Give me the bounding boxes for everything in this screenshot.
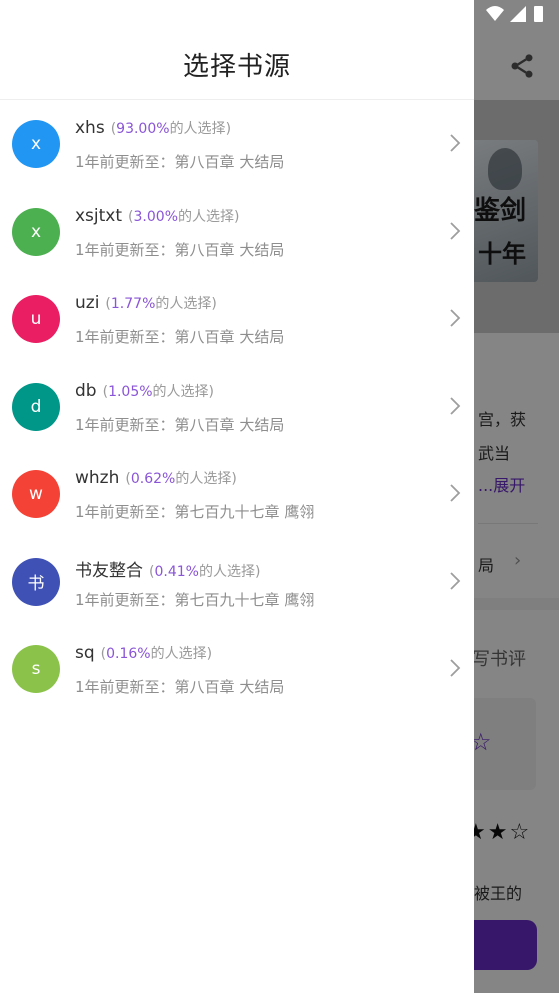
source-name: db bbox=[75, 380, 97, 401]
source-name: 书友整合 bbox=[75, 560, 143, 581]
source-avatar: w bbox=[12, 470, 60, 518]
source-latest-chapter: 1年前更新至：第八百章 大结局 bbox=[75, 240, 285, 259]
wifi-icon bbox=[486, 6, 504, 21]
percent-suffix: 的人选择 bbox=[152, 383, 209, 400]
source-selection-rate: (1.05%的人选择) bbox=[102, 383, 215, 400]
source-name: uzi bbox=[75, 293, 100, 313]
percent-suffix: 的人选择 bbox=[178, 208, 234, 225]
source-latest-chapter: 1年前更新至：第八百章 大结局 bbox=[75, 328, 285, 346]
source-selection-rate: (0.16%的人选择) bbox=[100, 646, 213, 662]
percent-suffix: 的人选择 bbox=[198, 563, 255, 580]
source-latest-chapter: 1年前更新至：第八百章 大结局 bbox=[75, 153, 285, 171]
source-percent: 0.16% bbox=[106, 646, 151, 662]
chevron-right-icon bbox=[450, 396, 461, 415]
chevron-right-icon bbox=[450, 571, 461, 590]
source-latest-chapter: 1年前更新至：第八百章 大结局 bbox=[75, 415, 285, 434]
battery-icon bbox=[534, 6, 543, 22]
source-percent: 3.00% bbox=[133, 208, 178, 225]
signal-icon bbox=[510, 6, 526, 22]
source-avatar: 书 bbox=[12, 557, 60, 606]
drawer-header: 选择书源 bbox=[0, 0, 474, 100]
source-avatar: s bbox=[12, 645, 60, 693]
percent-suffix: 的人选择 bbox=[155, 296, 212, 312]
source-latest-chapter: 1年前更新至：第七百九十七章 鹰翎 bbox=[75, 503, 315, 521]
source-name-line: xsjtxt (3.00%的人选择) bbox=[75, 206, 239, 226]
source-percent: 0.62% bbox=[130, 471, 176, 487]
source-percent: 1.05% bbox=[108, 383, 153, 400]
source-name-line: db (1.05%的人选择) bbox=[75, 381, 214, 401]
source-name: xsjtxt bbox=[75, 205, 123, 226]
source-selection-rate: (1.77%的人选择) bbox=[105, 296, 217, 312]
source-percent: 1.77% bbox=[110, 296, 156, 312]
source-percent: 0.41% bbox=[154, 563, 199, 580]
source-selection-rate: (0.62%的人选择) bbox=[125, 471, 237, 487]
source-latest-chapter: 1年前更新至：第七百九十七章 鹰翎 bbox=[75, 590, 315, 609]
source-name-line: xhs (93.00%的人选择) bbox=[75, 118, 231, 138]
source-item[interactable]: w whzh (0.62%的人选择) 1年前更新至：第七百九十七章 鹰翎 bbox=[0, 450, 474, 538]
source-name: xhs bbox=[75, 118, 105, 138]
chevron-right-icon bbox=[450, 221, 461, 240]
drawer-title: 选择书源 bbox=[182, 52, 291, 82]
chevron-right-icon bbox=[450, 484, 461, 502]
source-item[interactable]: s sq (0.16%的人选择) 1年前更新至：第八百章 大结局 bbox=[0, 625, 474, 713]
percent-suffix: 的人选择 bbox=[175, 471, 232, 487]
source-item[interactable]: x xsjtxt (3.00%的人选择) 1年前更新至：第八百章 大结局 bbox=[0, 188, 474, 276]
source-selection-rate: (93.00%的人选择) bbox=[110, 121, 232, 137]
source-name-line: whzh (0.62%的人选择) bbox=[75, 468, 237, 488]
source-name-line: 书友整合 (0.41%的人选择) bbox=[75, 556, 260, 581]
source-selection-rate: (3.00%的人选择) bbox=[128, 208, 240, 225]
source-list: x xhs (93.00%的人选择) 1年前更新至：第八百章 大结局 x xsjtxt (3… bbox=[0, 100, 474, 713]
percent-suffix: 的人选择 bbox=[150, 646, 207, 662]
source-percent: 93.00% bbox=[116, 121, 170, 137]
source-name: sq bbox=[75, 643, 95, 663]
source-name-line: uzi (1.77%的人选择) bbox=[75, 293, 217, 313]
source-avatar: u bbox=[12, 295, 60, 343]
percent-suffix: 的人选择 bbox=[169, 121, 226, 137]
source-name: whzh bbox=[75, 468, 120, 488]
status-bar bbox=[486, 6, 543, 22]
source-item[interactable]: u uzi (1.77%的人选择) 1年前更新至：第八百章 大结局 bbox=[0, 275, 474, 363]
source-item[interactable]: 书书友整合 (0.41%的人选择) 1年前更新至：第七百九十七章 鹰翎 bbox=[0, 538, 474, 626]
chevron-right-icon bbox=[450, 659, 461, 677]
chevron-right-icon bbox=[450, 309, 461, 327]
source-item[interactable]: x xhs (93.00%的人选择) 1年前更新至：第八百章 大结局 bbox=[0, 100, 474, 188]
source-name-line: sq (0.16%的人选择) bbox=[75, 643, 212, 663]
source-item[interactable]: d db (1.05%的人选择) 1年前更新至：第八百章 大结局 bbox=[0, 363, 474, 451]
chevron-right-icon bbox=[450, 134, 461, 152]
source-drawer: 选择书源 x xhs (93.00%的人选择) 1年前更新至：第八百章 大结局 x xsj… bbox=[0, 0, 474, 993]
source-selection-rate: (0.41%的人选择) bbox=[149, 563, 261, 580]
source-avatar: d bbox=[12, 382, 60, 431]
source-latest-chapter: 1年前更新至：第八百章 大结局 bbox=[75, 678, 285, 696]
source-avatar: x bbox=[12, 120, 60, 168]
source-avatar: x bbox=[12, 207, 60, 256]
